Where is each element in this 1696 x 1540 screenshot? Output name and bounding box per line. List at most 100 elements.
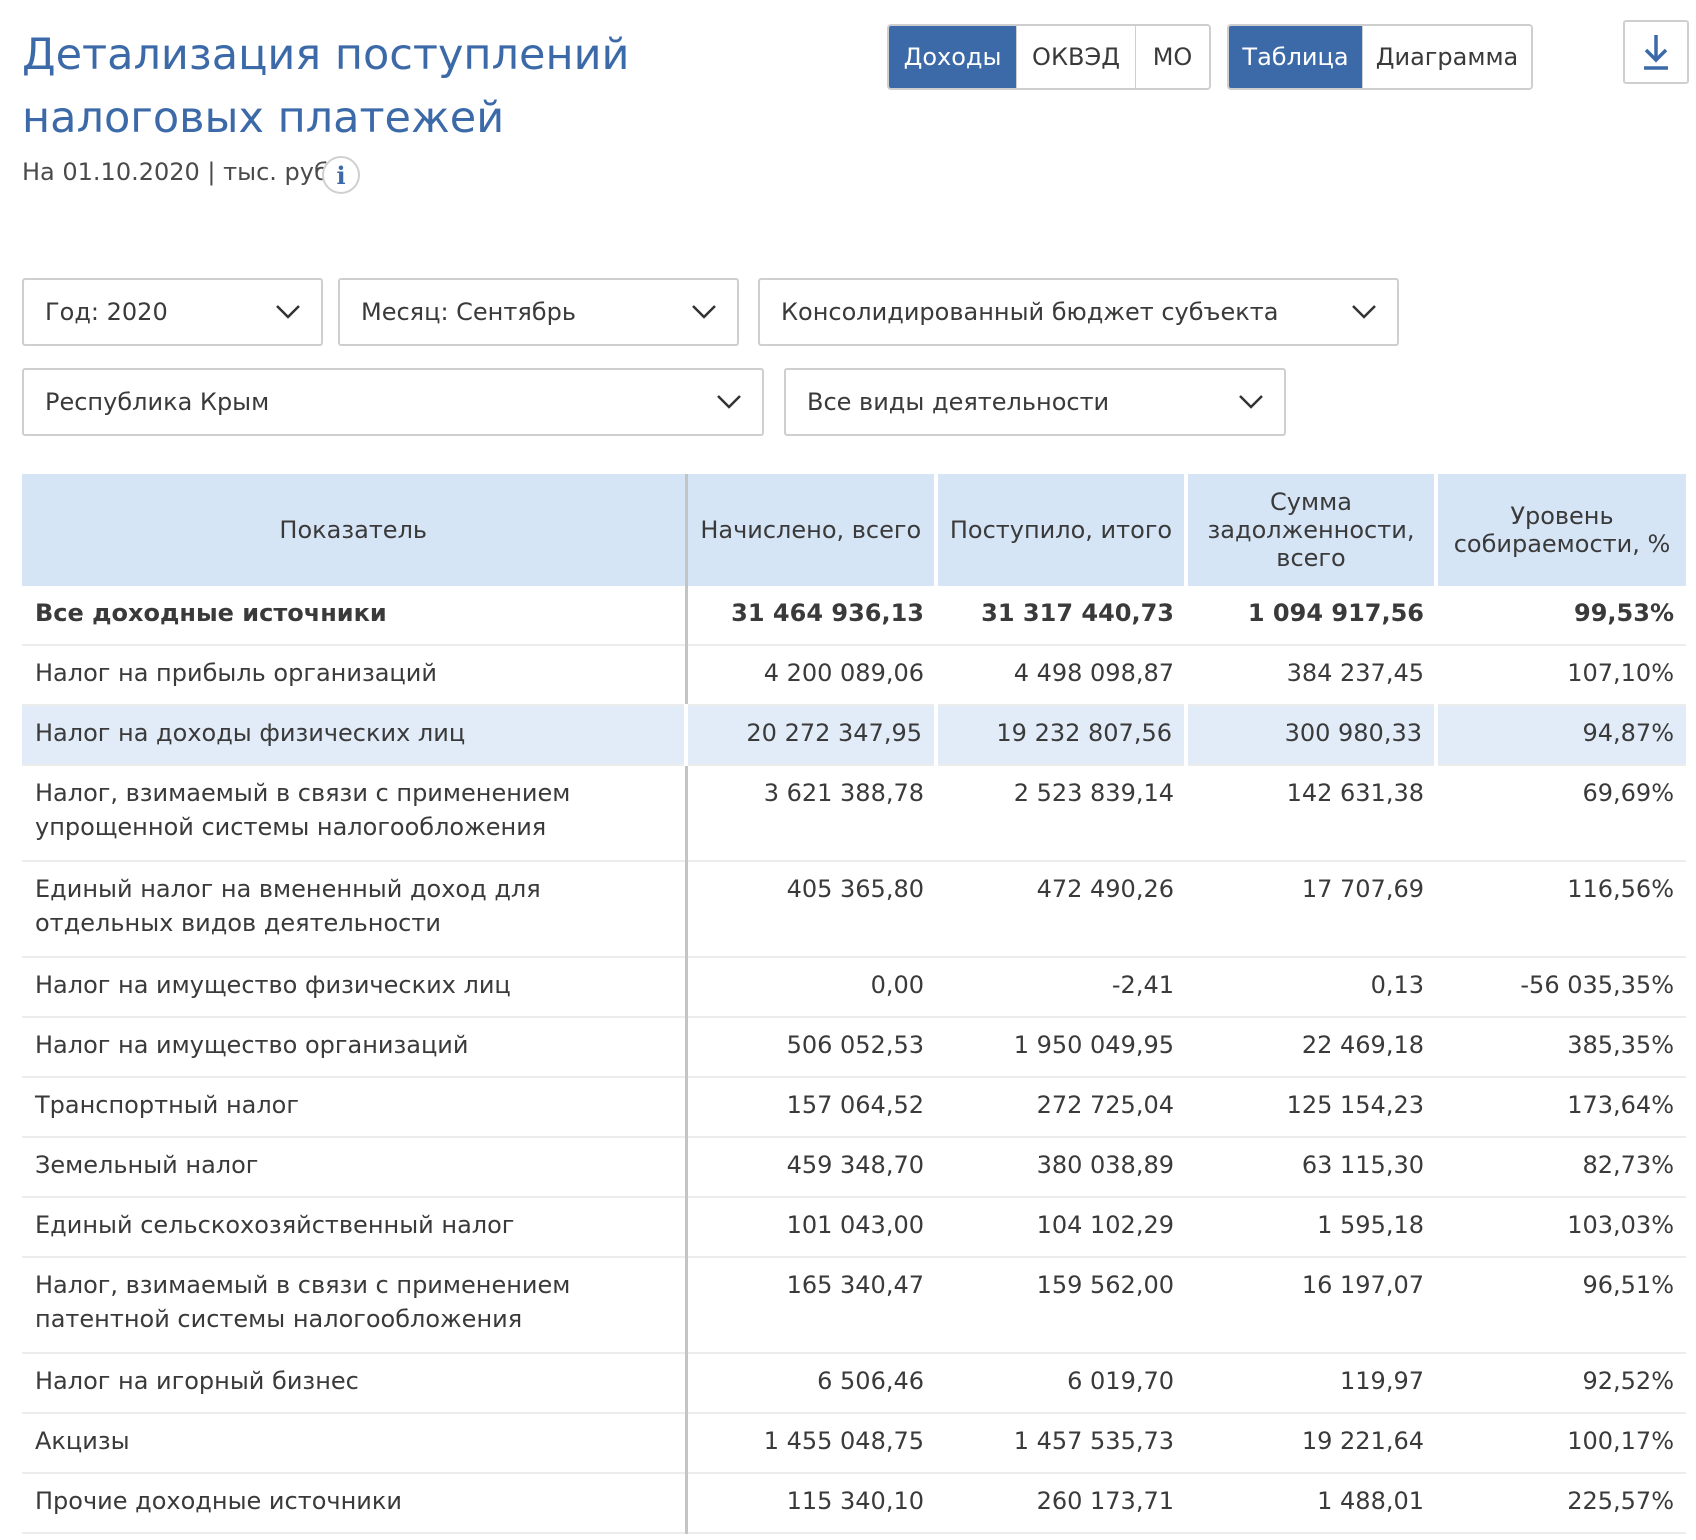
download-button[interactable] xyxy=(1623,20,1689,84)
activity-select-value: Все виды деятельности xyxy=(807,388,1110,416)
row-name: Налог на игорный бизнес xyxy=(22,1353,688,1414)
year-select[interactable]: Год: 2020 xyxy=(22,278,323,346)
cell-accrued: 506 052,53 xyxy=(686,1017,936,1078)
row-name: Единый сельскохозяйственный налог xyxy=(22,1197,688,1258)
chevron-down-icon xyxy=(1352,305,1376,319)
cell-accrued: 405 365,80 xyxy=(686,861,936,958)
cell-debt: 300 980,33 xyxy=(1184,705,1436,766)
table-row[interactable]: Единый сельскохозяйственный налог 101 04… xyxy=(22,1197,1686,1258)
cell-received: 6 019,70 xyxy=(936,1353,1186,1414)
cell-received: 2 523 839,14 xyxy=(936,765,1186,862)
cell-rate: 69,69% xyxy=(1436,765,1686,862)
cell-accrued: 6 506,46 xyxy=(686,1353,936,1414)
row-name: Налог на имущество организаций xyxy=(22,1017,688,1078)
tab-mo[interactable]: МО xyxy=(1136,26,1209,88)
table-row[interactable]: Налог, взимаемый в связи с применением п… xyxy=(22,1257,1686,1354)
cell-accrued: 115 340,10 xyxy=(686,1473,936,1534)
cell-received: 4 498 098,87 xyxy=(936,645,1186,706)
tab-okved[interactable]: ОКВЭД xyxy=(1017,26,1136,88)
cell-accrued: 4 200 089,06 xyxy=(686,645,936,706)
cell-received: 104 102,29 xyxy=(936,1197,1186,1258)
table-row[interactable]: Налог на имущество физических лиц 0,00 -… xyxy=(22,957,1686,1018)
budget-select-value: Консолидированный бюджет субъекта xyxy=(781,298,1279,326)
row-name: Налог, взимаемый в связи с применением у… xyxy=(22,765,688,862)
cell-debt: 1 595,18 xyxy=(1186,1197,1436,1258)
budget-select[interactable]: Консолидированный бюджет субъекта xyxy=(758,278,1399,346)
tax-table: Показатель Начислено, всего Поступило, и… xyxy=(22,474,1686,1534)
cell-rate: 107,10% xyxy=(1436,645,1686,706)
cell-rate: 173,64% xyxy=(1436,1077,1686,1138)
cell-debt: 17 707,69 xyxy=(1186,861,1436,958)
column-header[interactable]: Поступило, итого xyxy=(936,474,1188,586)
cell-rate: 385,35% xyxy=(1436,1017,1686,1078)
table-row[interactable]: Налог на игорный бизнес 6 506,46 6 019,7… xyxy=(22,1353,1686,1414)
cell-rate: 99,53% xyxy=(1436,586,1686,646)
month-select-value: Месяц: Сентябрь xyxy=(361,298,576,326)
cell-rate: 225,57% xyxy=(1436,1473,1686,1534)
chevron-down-icon xyxy=(1239,395,1263,409)
row-name: Все доходные источники xyxy=(22,586,688,646)
cell-rate: 96,51% xyxy=(1436,1257,1686,1354)
page-subtitle: На 01.10.2020 | тыс. руб. xyxy=(22,158,337,186)
column-header[interactable]: Уровень собираемости, % xyxy=(1436,474,1686,586)
chevron-down-icon xyxy=(692,305,716,319)
cell-received: 272 725,04 xyxy=(936,1077,1186,1138)
cell-rate: -56 035,35% xyxy=(1436,957,1686,1018)
cell-debt: 22 469,18 xyxy=(1186,1017,1436,1078)
column-header[interactable]: Показатель xyxy=(22,474,688,586)
cell-accrued: 3 621 388,78 xyxy=(686,765,936,862)
cell-debt: 16 197,07 xyxy=(1186,1257,1436,1354)
region-select[interactable]: Республика Крым xyxy=(22,368,764,436)
chevron-down-icon xyxy=(717,395,741,409)
view-switch: Доходы ОКВЭД МО xyxy=(887,24,1211,90)
cell-debt: 63 115,30 xyxy=(1186,1137,1436,1198)
row-name: Акцизы xyxy=(22,1413,688,1474)
tab-chart[interactable]: Диаграмма xyxy=(1363,26,1531,88)
cell-accrued: 1 455 048,75 xyxy=(686,1413,936,1474)
cell-rate: 82,73% xyxy=(1436,1137,1686,1198)
row-name: Налог на прибыль организаций xyxy=(22,645,688,706)
cell-received: 19 232 807,56 xyxy=(934,705,1186,766)
cell-accrued: 20 272 347,95 xyxy=(684,705,936,766)
activity-select[interactable]: Все виды деятельности xyxy=(784,368,1286,436)
tab-table[interactable]: Таблица xyxy=(1229,26,1363,88)
cell-rate: 100,17% xyxy=(1436,1413,1686,1474)
table-row[interactable]: Налог на имущество организаций 506 052,5… xyxy=(22,1017,1686,1078)
cell-debt: 125 154,23 xyxy=(1186,1077,1436,1138)
cell-accrued: 0,00 xyxy=(686,957,936,1018)
cell-debt: 1 094 917,56 xyxy=(1186,586,1436,646)
cell-debt: 142 631,38 xyxy=(1186,765,1436,862)
cell-accrued: 165 340,47 xyxy=(686,1257,936,1354)
year-select-value: Год: 2020 xyxy=(45,298,168,326)
table-row[interactable]: Все доходные источники 31 464 936,13 31 … xyxy=(22,586,1686,646)
cell-debt: 384 237,45 xyxy=(1186,645,1436,706)
month-select[interactable]: Месяц: Сентябрь xyxy=(338,278,739,346)
column-header[interactable]: Сумма задолженности, всего xyxy=(1186,474,1438,586)
cell-rate: 94,87% xyxy=(1434,705,1686,766)
table-header-row: Показатель Начислено, всего Поступило, и… xyxy=(22,474,1686,586)
cell-received: -2,41 xyxy=(936,957,1186,1018)
table-row[interactable]: Акцизы 1 455 048,75 1 457 535,73 19 221,… xyxy=(22,1413,1686,1474)
table-row[interactable]: Налог на прибыль организаций 4 200 089,0… xyxy=(22,645,1686,706)
cell-received: 31 317 440,73 xyxy=(936,586,1186,646)
download-icon xyxy=(1644,35,1668,70)
column-header[interactable]: Начислено, всего xyxy=(686,474,938,586)
tab-income[interactable]: Доходы xyxy=(889,26,1017,88)
row-name: Единый налог на вмененный доход для отде… xyxy=(22,861,688,958)
table-row-highlighted[interactable]: Налог на доходы физических лиц 20 272 34… xyxy=(22,705,1686,766)
table-row[interactable]: Налог, взимаемый в связи с применением у… xyxy=(22,765,1686,862)
cell-accrued: 101 043,00 xyxy=(686,1197,936,1258)
table-row[interactable]: Транспортный налог 157 064,52 272 725,04… xyxy=(22,1077,1686,1138)
cell-received: 472 490,26 xyxy=(936,861,1186,958)
row-name: Транспортный налог xyxy=(22,1077,688,1138)
info-icon[interactable]: i xyxy=(322,156,360,194)
cell-received: 159 562,00 xyxy=(936,1257,1186,1354)
cell-received: 260 173,71 xyxy=(936,1473,1186,1534)
row-name: Налог на доходы физических лиц xyxy=(22,705,688,766)
table-row[interactable]: Земельный налог 459 348,70 380 038,89 63… xyxy=(22,1137,1686,1198)
table-row[interactable]: Единый налог на вмененный доход для отде… xyxy=(22,861,1686,958)
row-name: Земельный налог xyxy=(22,1137,688,1198)
cell-debt: 0,13 xyxy=(1186,957,1436,1018)
cell-accrued: 31 464 936,13 xyxy=(686,586,936,646)
table-row[interactable]: Прочие доходные источники 115 340,10 260… xyxy=(22,1473,1686,1534)
